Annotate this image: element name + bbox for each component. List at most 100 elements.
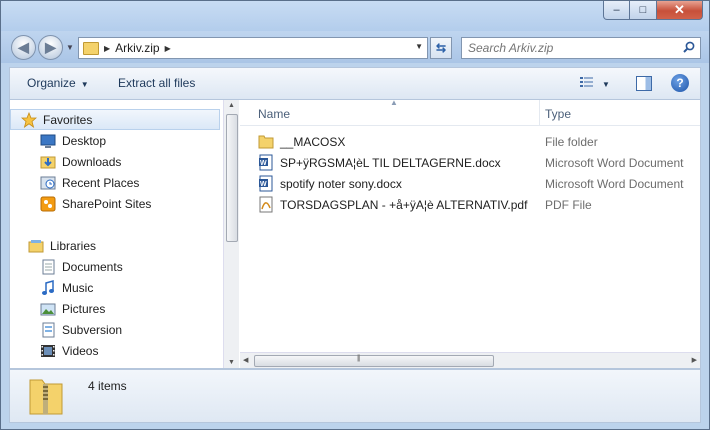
breadcrumb-separator-icon[interactable]: ▶: [165, 44, 171, 53]
column-header-row: ▲ Name Type: [240, 98, 700, 126]
nav-item-recent-places[interactable]: Recent Places: [10, 172, 220, 193]
close-button[interactable]: ✕: [657, 1, 703, 20]
sharepoint-icon: [40, 196, 56, 211]
scroll-down-icon[interactable]: ▼: [228, 359, 235, 366]
search-input[interactable]: [462, 38, 672, 58]
item-count: 4 items: [88, 379, 127, 393]
file-name: TORSDAGSPLAN - +å+ÿA¦è ALTERNATIV.pdf: [280, 198, 528, 212]
recent-pages-dropdown-icon[interactable]: ▼: [66, 43, 74, 52]
window-controls: – □ ✕: [603, 1, 703, 20]
subversion-icon: [42, 322, 55, 337]
file-row[interactable]: TORSDAGSPLAN - +å+ÿA¦è ALTERNATIV.pdf PD…: [254, 194, 694, 215]
chevron-down-icon: ▼: [80, 80, 89, 89]
nav-favorites-label: Favorites: [43, 112, 93, 127]
sort-ascending-icon: ▲: [390, 98, 398, 107]
preview-pane-icon[interactable]: [636, 76, 652, 91]
scroll-left-icon[interactable]: ◀: [243, 356, 248, 364]
nav-pane-scrollbar[interactable]: ▲ ▼: [223, 100, 239, 368]
word-doc-icon: W: [259, 175, 273, 192]
navigation-pane: Favorites Desktop Downloads Recent Place…: [10, 100, 220, 368]
change-view-button[interactable]: ▼: [580, 76, 610, 90]
file-list-pane: ▲ Name Type __MACOSX File folder W SP+ÿR…: [240, 98, 700, 368]
nav-item-downloads[interactable]: Downloads: [10, 151, 220, 172]
star-icon: [21, 111, 37, 128]
scrollbar-thumb[interactable]: [254, 355, 494, 367]
organize-button[interactable]: Organize ▼: [27, 76, 89, 90]
address-bar[interactable]: ▶ Arkiv.zip ▶ ▼: [78, 37, 428, 59]
address-dropdown-icon[interactable]: ▼: [415, 42, 423, 51]
file-type: PDF File: [545, 198, 592, 212]
navigation-bar: ◀ ▶ ▼ ▶ Arkiv.zip ▶ ▼ ⇆: [1, 31, 709, 63]
refresh-button[interactable]: ⇆: [430, 37, 452, 59]
nav-item-label: Subversion: [62, 322, 123, 337]
desktop-icon: [40, 134, 56, 148]
scrollbar-thumb[interactable]: [226, 114, 238, 242]
recent-places-icon: [40, 176, 56, 189]
file-row[interactable]: W SP+ÿRGSMA¦èL TIL DELTAGERNE.docx Micro…: [254, 152, 694, 173]
breadcrumb-item-arkiv-zip[interactable]: Arkiv.zip: [115, 41, 159, 55]
details-view-icon: [580, 77, 593, 87]
search-box[interactable]: [461, 37, 701, 59]
back-button[interactable]: ◀: [11, 35, 36, 60]
breadcrumb-separator-icon[interactable]: ▶: [104, 44, 110, 53]
zip-folder-icon: [83, 41, 99, 55]
nav-favorites[interactable]: Favorites: [10, 109, 220, 130]
nav-item-label: Recent Places: [62, 175, 140, 190]
nav-item-music[interactable]: Music: [10, 277, 220, 298]
content-area: Favorites Desktop Downloads Recent Place…: [9, 98, 701, 369]
nav-item-videos[interactable]: Videos: [10, 340, 220, 361]
nav-item-desktop[interactable]: Desktop: [10, 130, 220, 151]
chevron-down-icon: ▼: [602, 80, 610, 89]
documents-icon: [42, 259, 55, 274]
nav-item-label: Videos: [62, 343, 99, 358]
command-toolbar: Organize ▼ Extract all files ▼ ?: [9, 67, 701, 99]
svg-text:W: W: [260, 160, 267, 167]
nav-libraries-label: Libraries: [50, 238, 97, 253]
pdf-icon: [259, 196, 273, 213]
file-type: Microsoft Word Document: [545, 156, 684, 170]
forward-button[interactable]: ▶: [38, 35, 63, 60]
zip-folder-icon: [29, 379, 63, 415]
file-name: SP+ÿRGSMA¦èL TIL DELTAGERNE.docx: [280, 156, 501, 170]
maximize-button[interactable]: □: [630, 1, 657, 20]
nav-item-label: Downloads: [62, 154, 122, 169]
svg-text:W: W: [260, 181, 267, 188]
scrollbar-grip-icon: |||: [357, 355, 361, 362]
nav-item-documents[interactable]: Documents: [10, 256, 220, 277]
minimize-button[interactable]: –: [603, 1, 630, 20]
help-button[interactable]: ?: [671, 74, 689, 92]
file-type: Microsoft Word Document: [545, 177, 684, 191]
title-bar[interactable]: – □ ✕: [1, 1, 709, 31]
nav-item-subversion[interactable]: Subversion: [10, 319, 220, 340]
nav-item-label: SharePoint Sites: [62, 196, 152, 211]
file-name: __MACOSX: [280, 135, 346, 149]
column-header-type[interactable]: Type: [545, 107, 571, 121]
folder-icon: [258, 135, 274, 149]
file-row[interactable]: __MACOSX File folder: [254, 131, 694, 152]
details-pane: 4 items: [9, 369, 701, 423]
word-doc-icon: W: [259, 154, 273, 171]
column-divider[interactable]: [539, 100, 540, 126]
downloads-icon: [40, 156, 56, 168]
nav-libraries[interactable]: Libraries: [10, 235, 220, 256]
extract-all-files-button[interactable]: Extract all files: [118, 76, 195, 90]
nav-item-label: Documents: [62, 259, 123, 274]
nav-item-label: Desktop: [62, 133, 107, 148]
explorer-window: – □ ✕ ◀ ▶ ▼ ▶ Arkiv.zip ▶ ▼ ⇆ Organize ▼: [0, 0, 710, 430]
videos-icon: [41, 344, 55, 357]
file-name: spotify noter sony.docx: [280, 177, 402, 191]
pictures-icon: [40, 303, 56, 315]
libraries-icon: [28, 239, 44, 252]
column-header-name[interactable]: Name: [258, 107, 290, 121]
scroll-up-icon[interactable]: ▲: [228, 102, 235, 109]
nav-item-label: Pictures: [62, 301, 106, 316]
nav-item-label: Music: [62, 280, 94, 295]
file-type: File folder: [545, 135, 598, 149]
search-icon[interactable]: [683, 41, 695, 53]
nav-item-pictures[interactable]: Pictures: [10, 298, 220, 319]
scroll-right-icon[interactable]: ▶: [692, 356, 697, 364]
file-list-horizontal-scrollbar[interactable]: ◀ ||| ▶: [240, 352, 700, 368]
file-row[interactable]: W spotify noter sony.docx Microsoft Word…: [254, 173, 694, 194]
nav-item-sharepoint-sites[interactable]: SharePoint Sites: [10, 193, 220, 214]
organize-label: Organize: [27, 76, 76, 90]
